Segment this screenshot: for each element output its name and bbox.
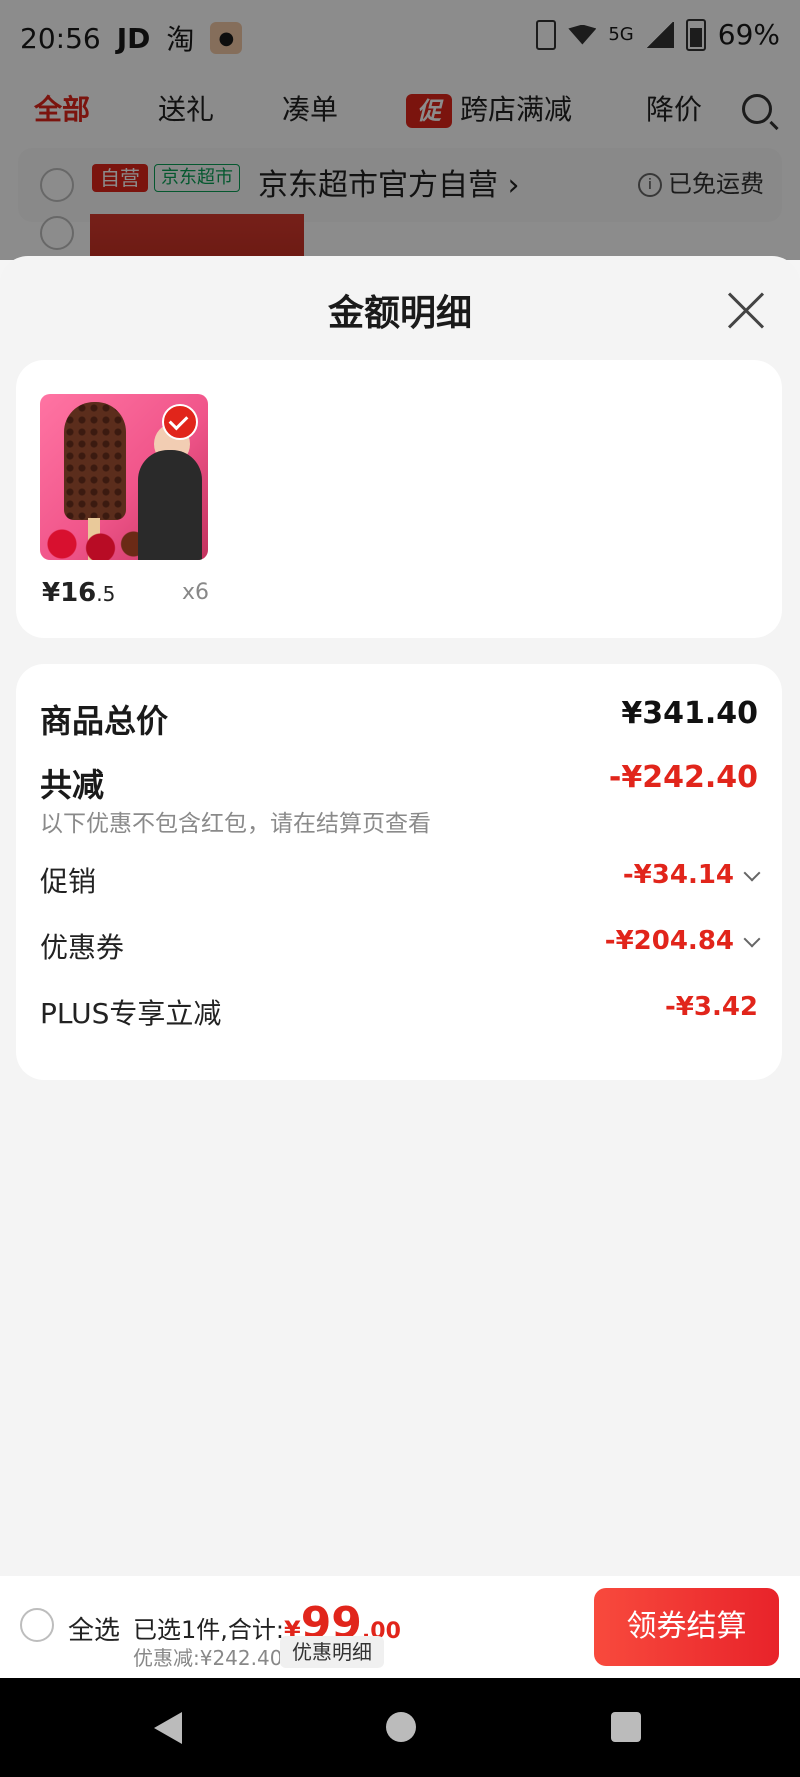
- coupon-value-wrap: -¥204.84: [604, 926, 761, 956]
- amount-detail-sheet: 金额明细 ¥16.5 x6 商品总价 ¥341.40 共减 -¥242.40 以…: [0, 256, 800, 1576]
- discount-detail-button[interactable]: 优惠明细: [280, 1636, 384, 1668]
- total-price-value: ¥341.40: [621, 696, 758, 731]
- strawberries-illustration: [40, 520, 150, 560]
- selected-count-text: 已选1件,合计:: [133, 1616, 284, 1644]
- product-image[interactable]: [40, 394, 208, 560]
- discount-summary: 优惠减:¥242.40: [133, 1646, 283, 1670]
- ice-cream-illustration: [64, 402, 126, 520]
- plus-discount-value: -¥3.42: [664, 992, 758, 1022]
- product-price: ¥16.5: [42, 578, 116, 608]
- price-summary-card: 商品总价 ¥341.40 共减 -¥242.40 以下优惠不包含红包，请在结算页…: [16, 664, 782, 1080]
- chevron-down-icon[interactable]: [743, 864, 761, 882]
- recent-apps-icon[interactable]: [611, 1712, 641, 1742]
- checkmark-icon: [162, 404, 198, 440]
- chevron-down-icon[interactable]: [743, 930, 761, 948]
- promotion-value-wrap: -¥34.14: [622, 860, 761, 890]
- product-quantity: x6: [182, 580, 210, 605]
- total-reduction-value: -¥242.40: [608, 760, 758, 795]
- back-icon[interactable]: [154, 1712, 182, 1744]
- coupon-label: 优惠券: [40, 931, 125, 964]
- total-reduction-label: 共减: [40, 766, 105, 804]
- background-cart-page: 20:56 JD 淘 ● 5G 69% 全部 送礼 凑单 促跨店满减 降价 自营…: [0, 0, 800, 260]
- select-all-radio[interactable]: [20, 1608, 54, 1642]
- home-icon[interactable]: [386, 1712, 416, 1742]
- promotion-label: 促销: [40, 865, 97, 898]
- close-icon[interactable]: [726, 290, 766, 330]
- system-nav-bar: [0, 1678, 800, 1777]
- checkout-bar: 全选 已选1件,合计:¥99.00 优惠减:¥242.40 优惠明细 领券结算: [0, 1576, 800, 1678]
- plus-discount-label: PLUS专享立减: [40, 997, 222, 1030]
- sheet-title: 金额明细: [327, 293, 472, 334]
- checkout-button[interactable]: 领券结算: [594, 1588, 779, 1666]
- product-card: ¥16.5 x6: [16, 360, 782, 638]
- promotion-value: -¥34.14: [622, 860, 734, 890]
- coupon-value: -¥204.84: [604, 926, 734, 956]
- dim-overlay[interactable]: [0, 0, 800, 260]
- select-all-label[interactable]: 全选: [68, 1610, 120, 1647]
- total-price-label: 商品总价: [40, 702, 169, 740]
- reduction-note: 以下优惠不包含红包，请在结算页查看: [40, 811, 431, 837]
- model-illustration: [138, 450, 202, 560]
